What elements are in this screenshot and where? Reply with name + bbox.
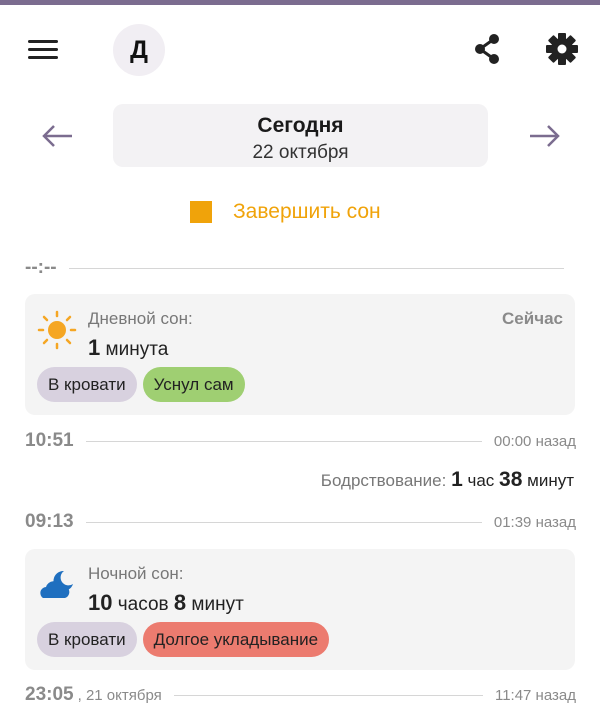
duration-hours-unit: часов: [117, 594, 169, 615]
duration-hours: 10: [88, 590, 113, 615]
timeline-ago: 00:00 назад: [493, 432, 576, 450]
app-bar: Д: [0, 5, 600, 93]
status-badge: Сейчас: [502, 309, 563, 328]
arrow-right-icon[interactable]: [526, 120, 562, 152]
timeline-divider: [68, 267, 564, 269]
avatar[interactable]: Д: [113, 24, 165, 76]
timeline-divider: [85, 521, 482, 523]
moon-cloud-icon: [37, 565, 77, 605]
duration-minutes-unit: минут: [191, 594, 244, 615]
menu-icon[interactable]: [26, 37, 60, 63]
timeline-row: 23:05 , 21 октября 11:47 назад: [25, 683, 576, 707]
awake-hours: 1: [451, 468, 463, 491]
sleep-card-night[interactable]: Ночной сон: 10 часов 8 минут В кровати Д…: [25, 549, 575, 670]
awake-duration: Бодрствование: 1 час 38 минут: [321, 468, 574, 492]
tag-list: В кровати Долгое укладывание: [37, 622, 330, 657]
sleep-duration: 10 часов 8 минут: [88, 590, 244, 616]
tag-chip[interactable]: В кровати: [37, 367, 137, 402]
timeline-time: 09:13: [25, 511, 74, 532]
tag-chip[interactable]: В кровати: [37, 622, 137, 657]
date-title: Сегодня: [257, 114, 344, 137]
tag-chip[interactable]: Уснул сам: [142, 367, 245, 402]
sleep-type-label: Дневной сон:: [88, 309, 193, 328]
share-icon[interactable]: [470, 32, 504, 66]
arrow-left-icon[interactable]: [40, 120, 76, 152]
awake-label: Бодрствование:: [320, 471, 447, 490]
awake-minutes: 38: [499, 468, 523, 491]
tag-chip[interactable]: Долгое укладывание: [142, 622, 330, 657]
gear-icon[interactable]: [544, 31, 580, 67]
timeline-date-suffix: , 21 октября: [77, 686, 162, 704]
timeline-divider: [173, 694, 483, 696]
sleep-duration: 1 минута: [88, 335, 168, 361]
timeline-ago: 01:39 назад: [493, 513, 576, 531]
awake-minutes-unit: минут: [527, 471, 574, 490]
duration-minutes-unit: минута: [105, 339, 169, 360]
timeline-row: 09:13 01:39 назад: [25, 510, 576, 534]
timeline-divider: [85, 440, 482, 442]
timeline-ago: 11:47 назад: [494, 686, 576, 704]
sun-icon: [37, 310, 77, 350]
date-navigation: Сегодня 22 октября: [0, 104, 600, 168]
tag-list: В кровати Уснул сам: [37, 367, 245, 402]
finish-sleep-label: Завершить сон: [233, 200, 381, 223]
stop-square-icon: [190, 201, 212, 223]
timeline-time: 10:51: [25, 430, 74, 451]
sleep-card-day[interactable]: Дневной сон: Сейчас 1 минута В кровати У…: [25, 294, 575, 415]
timeline-time: --:--: [25, 257, 57, 278]
duration-minutes: 8: [173, 590, 187, 615]
finish-sleep-button[interactable]: Завершить сон: [190, 196, 381, 228]
date-subtitle: 22 октября: [252, 142, 349, 163]
timeline-row-current: --:--: [25, 256, 576, 280]
timeline-time: 23:05: [25, 684, 74, 705]
awake-hours-unit: час: [467, 471, 495, 490]
date-selector[interactable]: Сегодня 22 октября: [113, 104, 488, 167]
duration-minutes: 1: [88, 335, 101, 360]
sleep-type-label: Ночной сон:: [88, 564, 184, 583]
timeline-row: 10:51 00:00 назад: [25, 429, 576, 453]
